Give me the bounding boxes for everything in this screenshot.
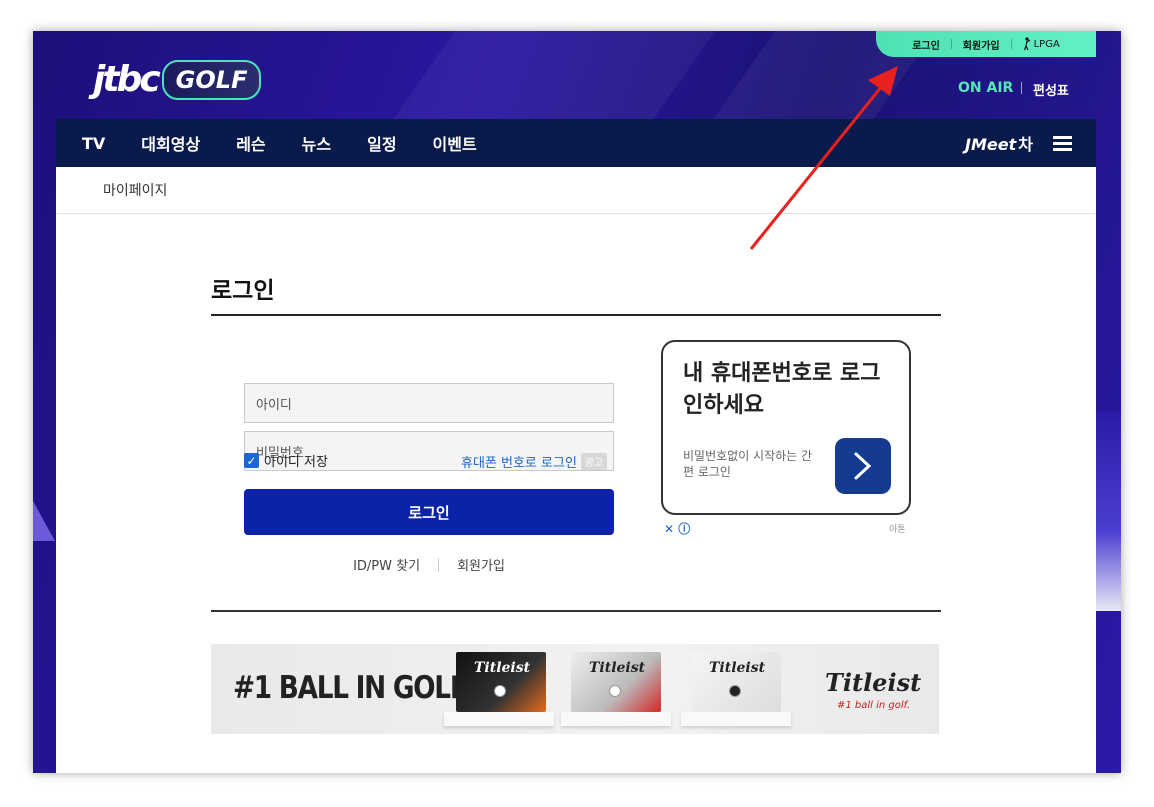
logo-golf: GOLF [161,59,262,100]
nav-item-schedule[interactable]: 일정 [367,131,396,155]
nav-right: JMeet 차 [965,131,1096,155]
jmeet-car-glyph: 차 [1018,135,1033,154]
id-input[interactable]: 아이디 [244,383,614,423]
top-utility-bar: 로그인 회원가입 LPGA [876,31,1096,57]
lpga-label: LPGA [1033,38,1060,50]
top-signup-link[interactable]: 회원가입 [952,37,1011,52]
side-decoration-right [1095,411,1121,611]
divider [211,314,941,316]
on-air-link[interactable]: ON AIR [958,80,1013,96]
ad-brand: 아톤 [889,525,906,535]
jmeet-label: JMeet [965,135,1017,154]
jmeet-logo[interactable]: JMeet 차 [965,131,1033,155]
product-box-prov1x: Titleist [691,652,781,712]
chevron-right-icon [854,452,872,480]
remember-id-label: 아이디 저장 [264,455,328,470]
logo-jtbc: jtbc [93,59,161,100]
product-box-prov1: Titleist [456,652,546,712]
menu-icon[interactable] [1053,135,1072,151]
phone-login-link[interactable]: 휴대폰 번호로 로그인 광고 [461,452,608,471]
checkbox-checked-icon[interactable]: ✓ [244,453,259,468]
lpga-link[interactable]: LPGA [1012,37,1071,51]
ad-badge: 광고 [580,453,608,470]
banner-slogan: #1 BALL IN GOLF [233,670,468,706]
ad-headline: 내 휴대폰번호로 로그인하세요 [683,361,881,418]
schedule-link[interactable]: 편성표 [1033,80,1069,99]
side-decoration-left [33,501,55,541]
divider [1021,82,1022,94]
nav-item-tv[interactable]: TV [82,134,105,153]
phone-login-ad[interactable]: 내 휴대폰번호로 로그인하세요 비밀번호없이 시작하는 간편 로그인 [661,340,911,515]
divider [211,610,941,612]
product-shelf [444,712,554,726]
brand-logo: Titleist [825,668,922,697]
nav-item-lessons[interactable]: 레슨 [236,131,265,155]
product-box-prov1x-red: Titleist [571,652,661,712]
ad-subtext: 비밀번호없이 시작하는 간편 로그인 [683,449,813,479]
nav-item-tournament-videos[interactable]: 대회영상 [141,131,200,155]
brand-tagline: #1 ball in golf. [837,700,911,711]
breadcrumb: 마이페이지 [56,167,1096,214]
golfer-icon [1023,37,1030,51]
browser-frame: 로그인 회원가입 LPGA jtbc GOLF ON AIR 편성표 TV 대회… [33,31,1121,773]
page-title: 로그인 [211,278,275,304]
ad-arrow-button[interactable] [835,438,891,494]
main-nav: TV 대회영상 레슨 뉴스 일정 이벤트 JMeet 차 [56,119,1096,167]
titleist-banner-ad[interactable]: #1 BALL IN GOLF Titleist Titleist Titlei… [211,644,939,734]
page-content: 마이페이지 로그인 아이디 비밀번호 ✓ 아이디 저장 휴대폰 번호로 로그인 … [56,167,1096,773]
phone-login-label: 휴대폰 번호로 로그인 [461,456,577,471]
ad-close-info-icon[interactable]: ✕ ⓘ [664,520,690,537]
nav-item-news[interactable]: 뉴스 [302,131,331,155]
breadcrumb-mypage[interactable]: 마이페이지 [103,180,167,200]
product-shelf [681,712,791,726]
signup-link[interactable]: 회원가입 [457,555,505,574]
login-links: ID/PW 찾기 회원가입 [244,555,614,574]
find-idpw-link[interactable]: ID/PW 찾기 [353,555,420,574]
top-login-link[interactable]: 로그인 [901,37,951,52]
site-logo[interactable]: jtbc GOLF [93,59,262,100]
login-button[interactable]: 로그인 [244,489,614,535]
remember-id[interactable]: ✓ 아이디 저장 [244,451,328,470]
product-shelf [561,712,671,726]
divider [438,557,440,572]
nav-item-events[interactable]: 이벤트 [433,131,477,155]
